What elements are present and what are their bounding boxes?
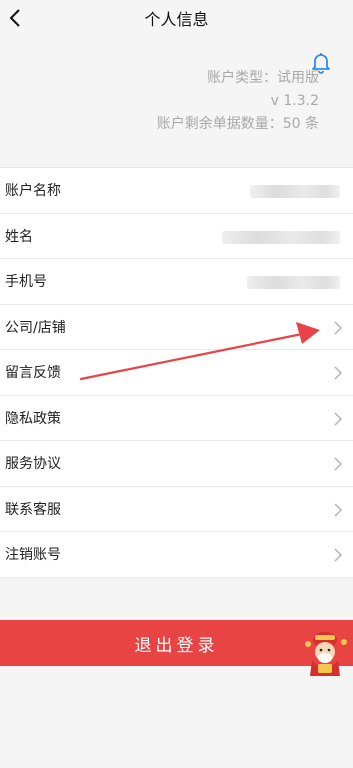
row-privacy-policy[interactable]: 隐私政策 — [0, 396, 353, 441]
row-delete-account[interactable]: 注销账号 — [0, 532, 353, 578]
redacted-value — [222, 230, 340, 244]
redacted-value — [250, 185, 340, 198]
nav-bar: 个人信息 — [0, 0, 353, 36]
settings-list: 账户名称 姓名 手机号 公司/店铺 留言反馈 隐私政策 服务协议 联系客服 注销… — [0, 167, 353, 578]
chevron-right-icon — [334, 457, 343, 471]
remaining-docs: 账户剩余单据数量：50 条 — [156, 116, 319, 132]
row-phone[interactable]: 手机号 — [0, 259, 353, 305]
row-label: 姓名 — [5, 228, 33, 245]
chevron-right-icon — [334, 411, 343, 426]
row-label: 留言反馈 — [5, 365, 61, 382]
row-account-name[interactable]: 账户名称 — [0, 168, 353, 214]
personal-info-page: 个人信息 账户类型：试用版 v 1.3.2 账户剩余单据数量：50 条 账户名称… — [0, 0, 353, 768]
row-contact-support[interactable]: 联系客服 — [0, 487, 353, 532]
chevron-right-icon — [334, 502, 343, 517]
chevron-right-icon — [334, 320, 343, 335]
page-title: 个人信息 — [144, 10, 209, 29]
chevron-right-icon — [334, 548, 343, 562]
row-service-agreement[interactable]: 服务协议 — [0, 441, 353, 487]
row-label: 手机号 — [5, 274, 47, 291]
row-label: 隐私政策 — [5, 410, 61, 427]
row-label: 联系客服 — [5, 501, 61, 518]
account-type: 账户类型：试用版 — [207, 70, 319, 86]
redacted-value — [247, 276, 340, 289]
app-version: v 1.3.2 — [270, 93, 319, 109]
chevron-right-icon — [334, 366, 343, 380]
row-label: 账户名称 — [5, 183, 61, 200]
row-label: 服务协议 — [5, 456, 61, 473]
mascot-floating-button[interactable] — [298, 630, 353, 680]
row-feedback[interactable]: 留言反馈 — [0, 350, 353, 396]
row-label: 公司/店铺 — [5, 319, 66, 336]
row-label: 注销账号 — [5, 547, 61, 564]
row-name[interactable]: 姓名 — [0, 214, 353, 259]
row-company-store[interactable]: 公司/店铺 — [0, 305, 353, 350]
account-info: 账户类型：试用版 v 1.3.2 账户剩余单据数量：50 条 — [157, 67, 319, 136]
